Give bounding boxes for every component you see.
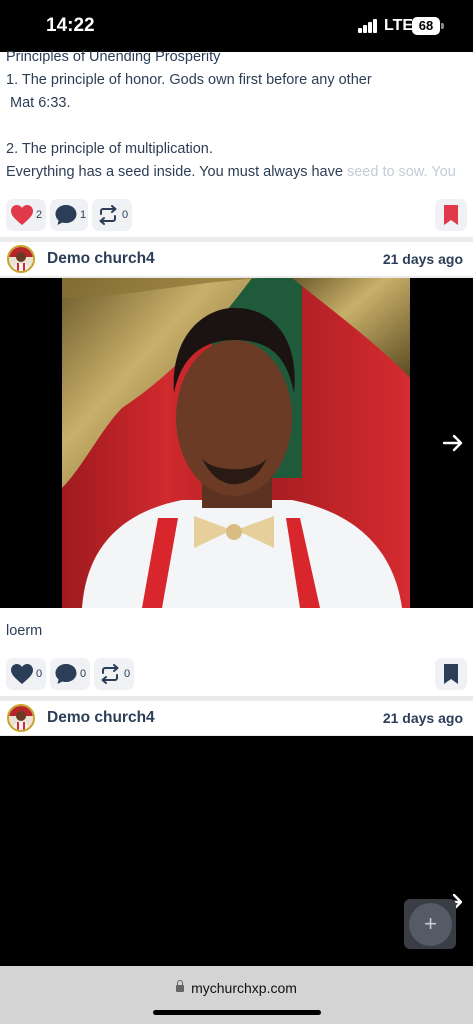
comment-icon	[55, 205, 77, 225]
lock-icon	[176, 980, 185, 992]
post-media-carousel[interactable]	[0, 278, 473, 608]
browser-url-bar[interactable]: mychurchxp.com	[0, 966, 473, 1024]
plus-icon: +	[409, 903, 452, 946]
avatar-image	[9, 247, 33, 271]
like-button[interactable]: 0	[6, 658, 46, 690]
post-line: Principles of Unending Prosperity	[6, 49, 221, 65]
post-card: Principles of Unending Prosperity 1. The…	[0, 49, 473, 237]
repost-icon	[99, 205, 117, 225]
status-time: 14:22	[46, 15, 95, 36]
post-time: 21 days ago	[382, 710, 463, 726]
post-card: loerm 0 0 0	[0, 608, 473, 696]
post-media-carousel[interactable]	[0, 736, 473, 966]
avatar-image	[9, 706, 33, 730]
share-count: 0	[124, 668, 131, 680]
heart-icon	[11, 205, 33, 225]
post-photo	[62, 278, 410, 608]
url-text: mychurchxp.com	[191, 980, 297, 996]
share-button[interactable]: 0	[94, 658, 134, 690]
author-avatar[interactable]	[7, 245, 35, 273]
comment-button[interactable]: 0	[50, 658, 90, 690]
comment-count: 0	[80, 668, 87, 680]
post-line: Mat 6:33.	[6, 95, 71, 111]
post-line: Everything has a seed inside. You must a…	[6, 161, 456, 184]
home-indicator[interactable]	[153, 1010, 321, 1015]
post-text: Principles of Unending Prosperity 1. The…	[0, 46, 462, 184]
post-time: 21 days ago	[382, 251, 463, 267]
like-count: 0	[36, 668, 43, 680]
post-line: 2. The principle of multiplication.	[6, 141, 213, 157]
network-type: LTE	[384, 17, 414, 34]
share-count: 0	[122, 209, 129, 221]
like-button[interactable]: 2	[6, 199, 46, 231]
create-post-button[interactable]: +	[404, 899, 456, 949]
battery-icon: 68	[412, 17, 444, 35]
post-header: Demo church4 21 days ago	[0, 242, 473, 276]
post-caption: loerm	[6, 623, 43, 639]
post-line: 1. The principle of honor. Gods own firs…	[6, 72, 372, 88]
post-line	[6, 115, 456, 138]
next-arrow-icon[interactable]	[441, 431, 465, 455]
bookmark-icon	[444, 664, 458, 684]
signal-icon	[358, 19, 380, 33]
author-name[interactable]: Demo church4	[47, 250, 155, 268]
status-bar: 14:22 LTE 68	[0, 0, 473, 52]
like-count: 2	[36, 209, 43, 221]
post-line-faded: seed to sow. You	[346, 164, 456, 180]
author-avatar[interactable]	[7, 704, 35, 732]
post-line-visible: Everything has a seed inside. You must a…	[6, 164, 347, 180]
author-name[interactable]: Demo church4	[47, 709, 155, 727]
bookmark-icon	[444, 205, 458, 225]
repost-icon	[101, 664, 119, 684]
comment-count: 1	[80, 209, 87, 221]
comment-button[interactable]: 1	[50, 199, 88, 231]
bookmark-button[interactable]	[435, 658, 467, 690]
post-header: Demo church4 21 days ago	[0, 701, 473, 735]
bookmark-button[interactable]	[435, 199, 467, 231]
share-button[interactable]: 0	[92, 199, 132, 231]
heart-icon	[11, 664, 33, 684]
url-display[interactable]: mychurchxp.com	[0, 980, 473, 996]
comment-icon	[55, 664, 77, 684]
